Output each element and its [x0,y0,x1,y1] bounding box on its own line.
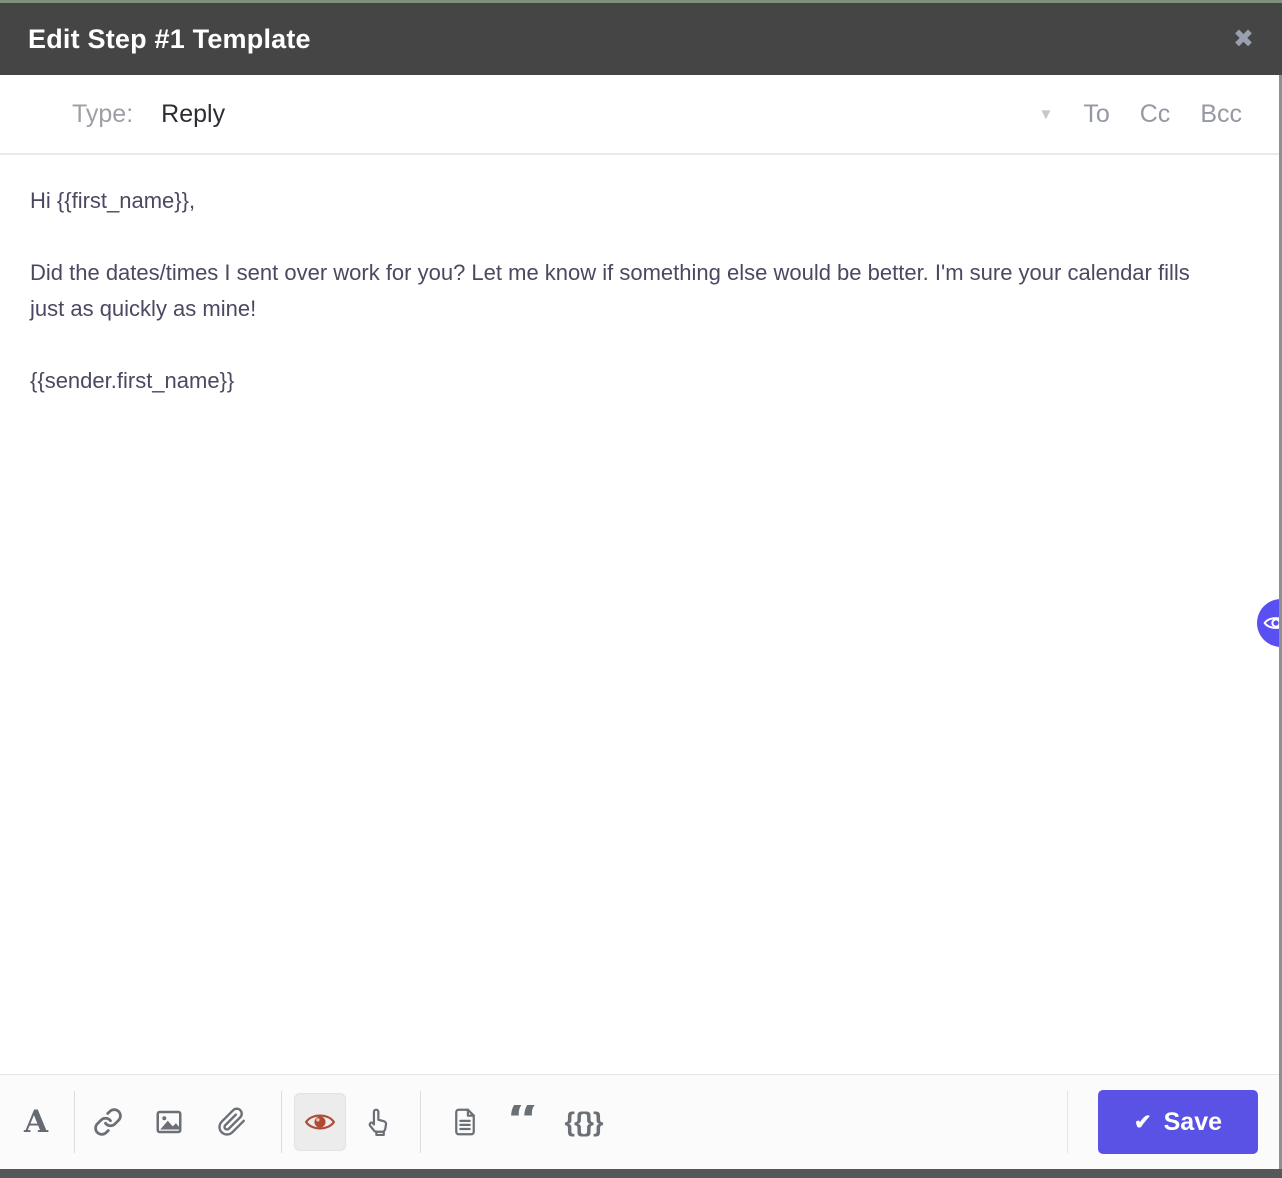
insert-quote-button[interactable]: “ [507,1105,540,1139]
save-button-label: Save [1164,1108,1222,1137]
attach-file-button[interactable] [217,1106,247,1138]
link-icon [93,1107,123,1137]
chevron-down-icon[interactable]: ▼ [1038,106,1053,123]
insert-link-button[interactable] [93,1107,123,1137]
format-text-button[interactable]: A [24,1104,48,1140]
eye-icon [304,1110,336,1134]
paperclip-icon [217,1106,247,1138]
type-label: Type: [72,100,133,129]
image-icon [153,1107,185,1137]
save-button[interactable]: ✔ Save [1098,1090,1258,1154]
editor-signature: {{sender.first_name}} [30,363,1215,399]
type-row: Type: Reply ▼ To Cc Bcc [0,75,1282,155]
editor-paragraph: Did the dates/times I sent over work for… [30,255,1215,327]
insert-template-button[interactable] [451,1106,479,1138]
insert-variable-button[interactable]: {{}} [564,1107,602,1138]
cc-button[interactable]: Cc [1140,100,1171,129]
bcc-button[interactable]: Bcc [1200,100,1242,129]
toolbar-divider [281,1091,282,1153]
editor-greeting: Hi {{first_name}}, [30,183,1215,219]
modal-title: Edit Step #1 Template [28,24,311,55]
hand-pointer-icon [362,1106,392,1138]
toolbar-divider [420,1091,421,1153]
insert-image-button[interactable] [153,1107,185,1137]
to-button[interactable]: To [1083,100,1109,129]
document-icon [451,1106,479,1138]
edit-template-modal: Edit Step #1 Template ✖ Type: Reply ▼ To… [0,0,1282,1178]
close-icon[interactable]: ✖ [1233,27,1254,52]
preview-toggle-button[interactable] [294,1093,346,1151]
editor-toolbar: A [0,1074,1282,1169]
type-select[interactable]: Reply [161,100,225,129]
check-icon: ✔ [1134,1112,1152,1133]
toolbar-divider [1067,1091,1068,1153]
page-bottom-strip [0,1169,1282,1178]
cta-button[interactable] [362,1106,392,1138]
toolbar-divider [74,1091,75,1153]
modal-header: Edit Step #1 Template ✖ [0,3,1282,75]
recipient-controls: ▼ To Cc Bcc [1038,100,1256,129]
template-body-editor[interactable]: Hi {{first_name}}, Did the dates/times I… [0,157,1279,1074]
